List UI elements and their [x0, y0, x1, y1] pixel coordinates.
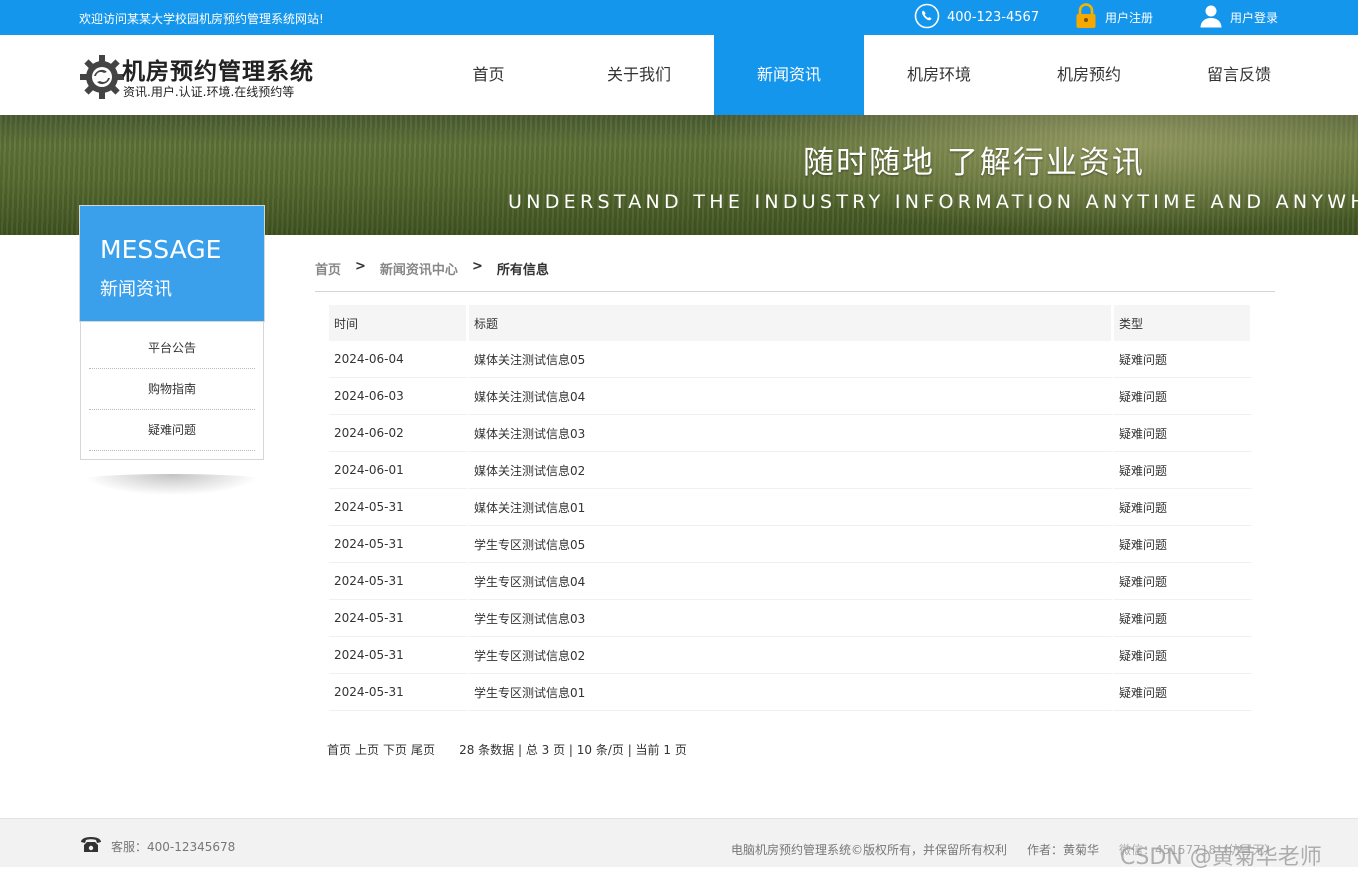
news-table: 时间 标题 类型 2024-06-04 媒体关注测试信息05 疑难问题 2024…: [329, 305, 1253, 711]
pager-info: 28 条数据 | 总 3 页 | 10 条/页 | 当前 1 页: [459, 741, 687, 758]
nav-item-booking[interactable]: 机房预约: [1014, 35, 1164, 115]
breadcrumb-separator: >: [472, 259, 483, 278]
table-row: 2024-06-03 媒体关注测试信息04 疑难问题: [329, 378, 1253, 415]
cell-type: 疑难问题: [1114, 341, 1253, 378]
cell-time: 2024-05-31: [329, 674, 469, 711]
sidebar-item-shopping-guide[interactable]: 购物指南: [89, 369, 255, 410]
login-link[interactable]: 用户登录: [1199, 4, 1278, 31]
cell-time: 2024-06-01: [329, 452, 469, 489]
table-row: 2024-06-01 媒体关注测试信息02 疑难问题: [329, 452, 1253, 489]
breadcrumb-divider: [315, 291, 1275, 292]
copyright-text: 电脑机房预约管理系统©版权所有，并保留所有权利: [731, 841, 1007, 858]
telephone-icon: [80, 836, 102, 857]
pager-prev[interactable]: 上页: [355, 741, 379, 758]
sidebar-shadow: [80, 474, 264, 496]
cell-type: 疑难问题: [1114, 415, 1253, 452]
table-row: 2024-05-31 学生专区测试信息05 疑难问题: [329, 526, 1253, 563]
cell-title-link[interactable]: 学生专区测试信息03: [469, 600, 1114, 637]
user-icon: [1199, 4, 1223, 31]
column-header-time: 时间: [329, 305, 469, 341]
main-nav: 首页 关于我们 新闻资讯 机房环境 机房预约 留言反馈: [413, 35, 1314, 115]
sidebar-header: MESSAGE 新闻资讯: [79, 205, 265, 322]
login-label: 用户登录: [1230, 9, 1278, 26]
sidebar-menu: 平台公告 购物指南 疑难问题: [80, 322, 264, 460]
cell-title-link[interactable]: 媒体关注测试信息03: [469, 415, 1114, 452]
phone-number: 400-123-4567: [947, 10, 1039, 25]
column-header-title: 标题: [469, 305, 1114, 341]
cell-type: 疑难问题: [1114, 489, 1253, 526]
cell-title-link[interactable]: 媒体关注测试信息02: [469, 452, 1114, 489]
cell-type: 疑难问题: [1114, 378, 1253, 415]
logo-title: 机房预约管理系统: [122, 52, 314, 86]
table-row: 2024-06-04 媒体关注测试信息05 疑难问题: [329, 341, 1253, 378]
nav-item-feedback[interactable]: 留言反馈: [1164, 35, 1314, 115]
cell-time: 2024-05-31: [329, 637, 469, 674]
csdn-watermark: CSDN @黄菊华老师: [1120, 839, 1322, 871]
gear-logo-icon: [79, 54, 125, 104]
table-row: 2024-05-31 媒体关注测试信息01 疑难问题: [329, 489, 1253, 526]
cell-time: 2024-05-31: [329, 489, 469, 526]
cell-time: 2024-06-02: [329, 415, 469, 452]
cell-type: 疑难问题: [1114, 600, 1253, 637]
banner-title-cn: 随时随地 了解行业资讯: [803, 137, 1145, 182]
cell-title-link[interactable]: 媒体关注测试信息05: [469, 341, 1114, 378]
table-row: 2024-06-02 媒体关注测试信息03 疑难问题: [329, 415, 1253, 452]
breadcrumb-separator: >: [355, 259, 366, 278]
sidebar-item-announcement[interactable]: 平台公告: [89, 328, 255, 369]
phone-contact: 400-123-4567: [914, 4, 1039, 31]
table-row: 2024-05-31 学生专区测试信息01 疑难问题: [329, 674, 1253, 711]
cell-title-link[interactable]: 媒体关注测试信息01: [469, 489, 1114, 526]
breadcrumb-home[interactable]: 首页: [315, 259, 341, 278]
sidebar-title-cn: 新闻资讯: [100, 275, 172, 301]
cell-type: 疑难问题: [1114, 637, 1253, 674]
pager-next[interactable]: 下页: [383, 741, 407, 758]
cell-time: 2024-06-03: [329, 378, 469, 415]
pagination: 首页 上页 下页 尾页 28 条数据 | 总 3 页 | 10 条/页 | 当前…: [327, 741, 687, 758]
top-bar: 欢迎访问某某大学校园机房预约管理系统网站! 400-123-4567 用户注册 …: [0, 0, 1358, 35]
sidebar-title-en: MESSAGE: [100, 235, 221, 264]
register-link[interactable]: 用户注册: [1074, 4, 1153, 31]
cell-type: 疑难问题: [1114, 674, 1253, 711]
cell-time: 2024-05-31: [329, 600, 469, 637]
cell-title-link[interactable]: 学生专区测试信息05: [469, 526, 1114, 563]
cell-type: 疑难问题: [1114, 526, 1253, 563]
banner-title-en: UNDERSTAND THE INDUSTRY INFORMATION ANYT…: [508, 191, 1358, 213]
cell-time: 2024-05-31: [329, 526, 469, 563]
lock-icon: [1074, 3, 1098, 32]
table-row: 2024-05-31 学生专区测试信息02 疑难问题: [329, 637, 1253, 674]
breadcrumb-current: 所有信息: [497, 259, 549, 278]
cell-time: 2024-05-31: [329, 563, 469, 600]
cell-type: 疑难问题: [1114, 563, 1253, 600]
service-phone: 客服：400-12345678: [111, 838, 235, 855]
table-row: 2024-05-31 学生专区测试信息03 疑难问题: [329, 600, 1253, 637]
nav-item-news[interactable]: 新闻资讯: [714, 35, 864, 115]
cell-title-link[interactable]: 学生专区测试信息02: [469, 637, 1114, 674]
table-header-row: 时间 标题 类型: [329, 305, 1253, 341]
nav-item-home[interactable]: 首页: [413, 35, 564, 115]
pager-last[interactable]: 尾页: [411, 741, 435, 758]
nav-item-about[interactable]: 关于我们: [564, 35, 714, 115]
cell-time: 2024-06-04: [329, 341, 469, 378]
cell-type: 疑难问题: [1114, 452, 1253, 489]
table-body: 2024-06-04 媒体关注测试信息05 疑难问题 2024-06-03 媒体…: [329, 341, 1253, 711]
breadcrumb: 首页 > 新闻资讯中心 > 所有信息: [315, 259, 563, 278]
cell-title-link[interactable]: 学生专区测试信息04: [469, 563, 1114, 600]
site-logo[interactable]: 机房预约管理系统 资讯.用户.认证.环境.在线预约等: [79, 52, 339, 102]
author-text: 作者：黄菊华: [1027, 841, 1099, 858]
breadcrumb-news-center[interactable]: 新闻资讯中心: [380, 259, 458, 278]
footer-service: 客服：400-12345678: [80, 836, 235, 857]
pager-first[interactable]: 首页: [327, 741, 351, 758]
nav-item-environment[interactable]: 机房环境: [864, 35, 1014, 115]
sidebar-item-faq[interactable]: 疑难问题: [89, 410, 255, 451]
column-header-type: 类型: [1114, 305, 1253, 341]
logo-subtitle: 资讯.用户.认证.环境.在线预约等: [123, 83, 294, 100]
cell-title-link[interactable]: 学生专区测试信息01: [469, 674, 1114, 711]
site-header: 机房预约管理系统 资讯.用户.认证.环境.在线预约等 首页 关于我们 新闻资讯 …: [0, 35, 1358, 115]
welcome-text: 欢迎访问某某大学校园机房预约管理系统网站!: [79, 10, 324, 27]
cell-title-link[interactable]: 媒体关注测试信息04: [469, 378, 1114, 415]
table-row: 2024-05-31 学生专区测试信息04 疑难问题: [329, 563, 1253, 600]
phone-icon: [914, 3, 940, 33]
register-label: 用户注册: [1105, 9, 1153, 26]
